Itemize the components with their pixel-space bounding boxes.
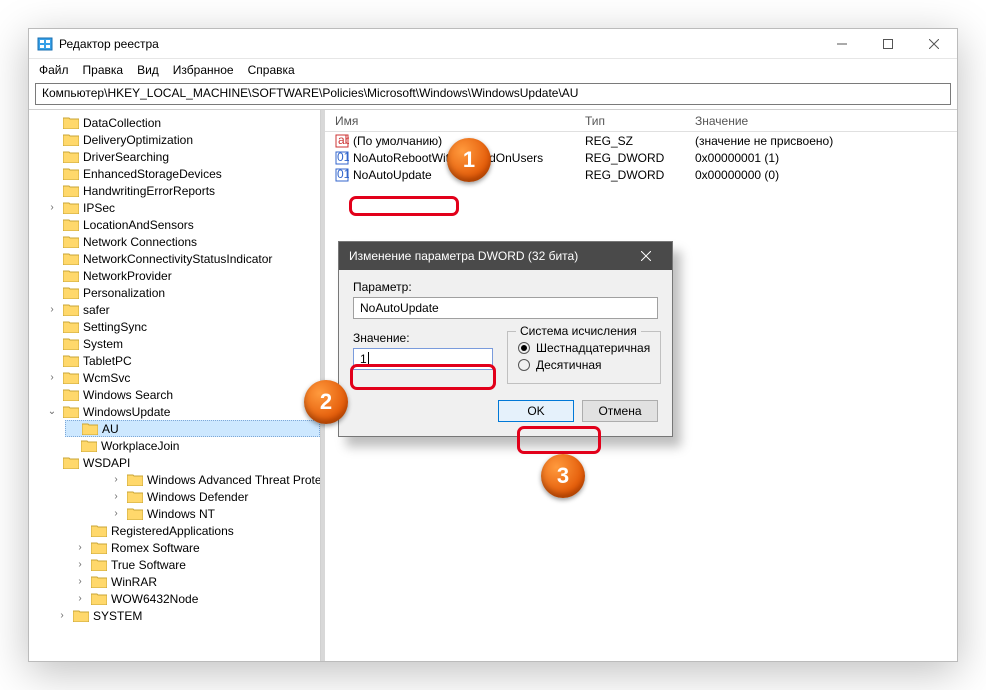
regedit-icon	[37, 36, 53, 52]
radio-hex[interactable]: Шестнадцатеричная	[518, 341, 650, 355]
menu-edit[interactable]: Правка	[83, 63, 124, 77]
dialog-title: Изменение параметра DWORD (32 бита)	[349, 249, 626, 263]
menubar: Файл Правка Вид Избранное Справка	[29, 59, 957, 81]
tree-item[interactable]: DataCollection	[47, 114, 320, 131]
base-legend: Система исчисления	[516, 324, 641, 338]
tree-item[interactable]: DriverSearching	[47, 148, 320, 165]
callout-2: 2	[304, 380, 348, 424]
tree-item[interactable]: WorkplaceJoin	[65, 437, 320, 454]
tree-pane[interactable]: DataCollectionDeliveryOptimizationDriver…	[29, 110, 321, 661]
minimize-button[interactable]	[819, 29, 865, 58]
tree-item[interactable]: SettingSync	[47, 318, 320, 335]
menu-help[interactable]: Справка	[248, 63, 295, 77]
value-row[interactable]: ab(По умолчанию)REG_SZ(значение не присв…	[325, 132, 957, 149]
tree-item[interactable]: DeliveryOptimization	[47, 131, 320, 148]
dialog-close-button[interactable]	[626, 242, 666, 270]
tree-item[interactable]: ›WOW6432Node	[75, 590, 320, 607]
param-label: Параметр:	[353, 280, 658, 294]
col-type[interactable]: Тип	[575, 110, 685, 131]
callout-1: 1	[447, 138, 491, 182]
tree-item[interactable]: WSDAPI	[47, 454, 320, 471]
tree-item[interactable]: ›WinRAR	[75, 573, 320, 590]
svg-text:011: 011	[337, 168, 349, 181]
col-value[interactable]: Значение	[685, 110, 957, 131]
tree-item[interactable]: Windows Search	[47, 386, 320, 403]
edit-dword-dialog: Изменение параметра DWORD (32 бита) Пара…	[338, 241, 673, 437]
tree-item[interactable]: System	[47, 335, 320, 352]
tree-item[interactable]: ⌄WindowsUpdate	[47, 403, 320, 420]
tree-item[interactable]: HandwritingErrorReports	[47, 182, 320, 199]
value-label: Значение:	[353, 331, 493, 345]
svg-text:011: 011	[337, 151, 349, 164]
window-title: Редактор реестра	[59, 37, 819, 51]
tree-item[interactable]: TabletPC	[47, 352, 320, 369]
tree-item[interactable]: EnhancedStorageDevices	[47, 165, 320, 182]
radio-dec[interactable]: Десятичная	[518, 358, 650, 372]
tree-item[interactable]: ›safer	[47, 301, 320, 318]
tree-item[interactable]: ›Windows NT	[111, 505, 320, 522]
value-row[interactable]: 011NoAutoUpdateREG_DWORD0x00000000 (0)	[325, 166, 957, 183]
base-group: Система исчисления Шестнадцатеричная Дес…	[507, 331, 661, 384]
tree-item[interactable]: ›SYSTEM	[57, 607, 320, 624]
menu-file[interactable]: Файл	[39, 63, 69, 77]
maximize-button[interactable]	[865, 29, 911, 58]
tree-item[interactable]: AU	[65, 420, 320, 437]
value-input[interactable]: 1	[353, 348, 493, 370]
menu-view[interactable]: Вид	[137, 63, 159, 77]
callout-3: 3	[541, 454, 585, 498]
tree-item[interactable]: NetworkProvider	[47, 267, 320, 284]
tree-item[interactable]: Network Connections	[47, 233, 320, 250]
ok-button[interactable]: OK	[498, 400, 574, 422]
col-name[interactable]: Имя	[325, 110, 575, 131]
param-value: NoAutoUpdate	[353, 297, 658, 319]
tree-item[interactable]: ›Windows Advanced Threat Protection	[111, 471, 320, 488]
tree-item[interactable]: ›True Software	[75, 556, 320, 573]
tree-item[interactable]: ›WcmSvc	[47, 369, 320, 386]
tree-item[interactable]: LocationAndSensors	[47, 216, 320, 233]
close-button[interactable]	[911, 29, 957, 58]
tree-item[interactable]: NetworkConnectivityStatusIndicator	[47, 250, 320, 267]
address-bar[interactable]: Компьютер\HKEY_LOCAL_MACHINE\SOFTWARE\Po…	[35, 83, 951, 105]
tree-item[interactable]: ›IPSec	[47, 199, 320, 216]
svg-text:ab: ab	[338, 134, 349, 147]
value-row[interactable]: 011NoAutoRebootWithLoggedOnUsersREG_DWOR…	[325, 149, 957, 166]
list-header: Имя Тип Значение	[325, 110, 957, 132]
tree-item[interactable]: Personalization	[47, 284, 320, 301]
menu-fav[interactable]: Избранное	[173, 63, 234, 77]
tree-item[interactable]: ›Windows Defender	[111, 488, 320, 505]
tree-item[interactable]: ›Romex Software	[75, 539, 320, 556]
titlebar: Редактор реестра	[29, 29, 957, 59]
tree-item[interactable]: RegisteredApplications	[75, 522, 320, 539]
cancel-button[interactable]: Отмена	[582, 400, 658, 422]
